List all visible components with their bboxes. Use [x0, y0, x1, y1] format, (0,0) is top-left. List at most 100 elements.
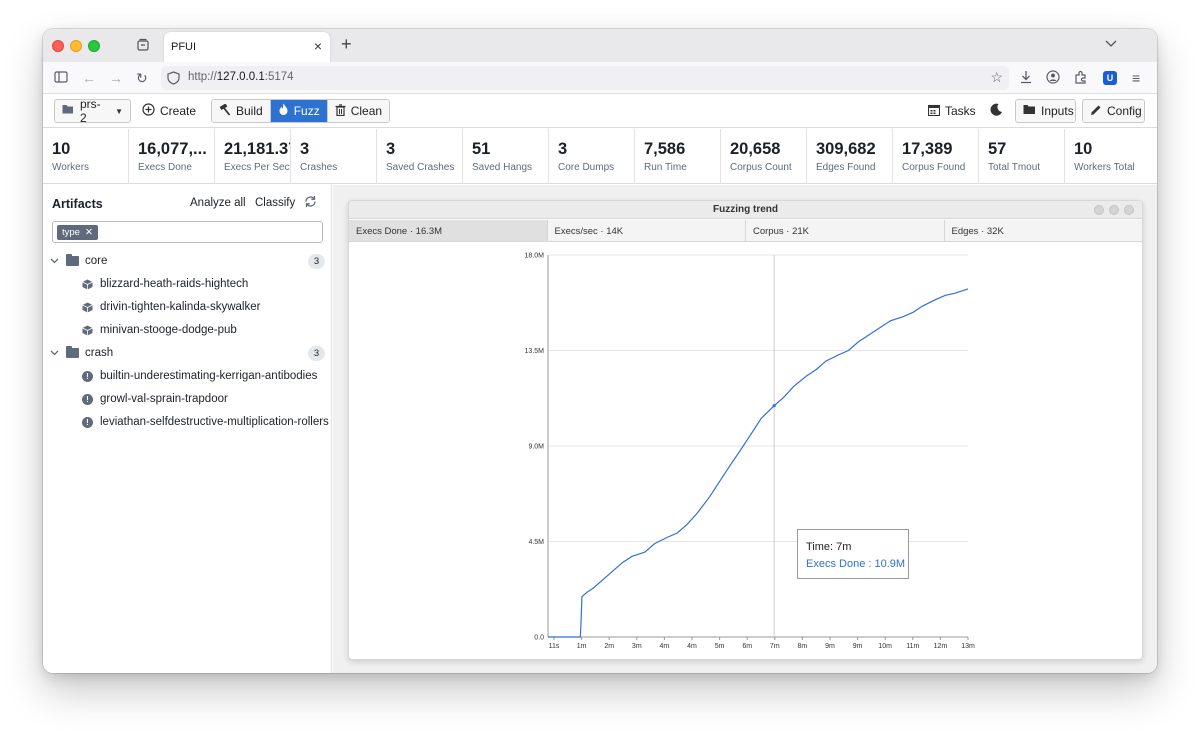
- tree-group-crash[interactable]: crash 3: [43, 342, 332, 364]
- clean-button[interactable]: Clean: [326, 100, 390, 122]
- analyze-all-button[interactable]: Analyze all: [190, 197, 246, 209]
- stat-saved-crashes: 3 Saved Crashes: [377, 129, 463, 184]
- fuzz-button[interactable]: Fuzz: [269, 100, 327, 122]
- refresh-icon[interactable]: [304, 195, 317, 211]
- folder-icon: [66, 346, 79, 358]
- tree-item[interactable]: ! growl-val-sprain-trapdoor: [43, 388, 332, 410]
- chevron-down-icon[interactable]: [50, 348, 59, 359]
- reload-icon[interactable]: ↻: [136, 70, 148, 86]
- artifact-name: leviathan-selfdestructive-multiplication…: [100, 416, 329, 428]
- x-tick-label: 4m: [660, 643, 670, 650]
- group-count-badge: 3: [308, 253, 325, 269]
- tree-item[interactable]: ! builtin-underestimating-kerrigan-antib…: [43, 365, 332, 387]
- browser-tab[interactable]: PFUI ×: [164, 32, 330, 62]
- tab-edges[interactable]: Edges · 32K: [944, 220, 1142, 241]
- new-tab-button[interactable]: +: [341, 34, 352, 55]
- tab-execs-done[interactable]: Execs Done · 16.3M: [349, 220, 548, 241]
- stat-label: Edges Found: [816, 162, 876, 173]
- extensions-icon[interactable]: [1074, 70, 1088, 87]
- back-icon[interactable]: ←: [82, 70, 96, 86]
- address-bar[interactable]: http://127.0.0.1:5174 ☆: [161, 66, 1009, 90]
- add-circle-icon: [142, 103, 155, 119]
- y-tick-label: 0.0: [534, 635, 544, 642]
- tab-strip: PFUI × +: [43, 29, 1157, 62]
- inputs-label: Inputs: [1041, 104, 1074, 118]
- stat-label: Execs Done: [138, 162, 192, 173]
- x-tick-label: 7m: [770, 643, 780, 650]
- edit-icon: [1090, 104, 1102, 119]
- zoom-window-button[interactable]: [88, 40, 100, 52]
- browser-window: PFUI × + ← → ↻ http://127.0.0.1:5174 ☆ U…: [43, 29, 1157, 673]
- create-button[interactable]: Create: [142, 99, 196, 123]
- config-button[interactable]: Config: [1082, 99, 1145, 123]
- group-name: core: [85, 255, 108, 267]
- stat-total-tmout: 57 Total Tmout: [979, 129, 1065, 184]
- y-tick-label: 9.0M: [528, 444, 544, 451]
- tree-item[interactable]: drivin-tighten-kalinda-skywalker: [43, 296, 332, 318]
- menu-icon[interactable]: ≡: [1132, 70, 1140, 86]
- dark-mode-toggle[interactable]: [990, 99, 1003, 123]
- forward-icon[interactable]: →: [109, 70, 123, 86]
- stat-workers: 10 Workers: [43, 129, 129, 184]
- artifact-name: blizzard-heath-raids-hightech: [100, 278, 249, 290]
- stat-value: 7,586: [644, 140, 686, 158]
- stat-value: 57: [988, 140, 1007, 158]
- bookmark-star-icon[interactable]: ☆: [990, 69, 1003, 86]
- stats-row: 10 Workers 16,077,... Execs Done 21,181.…: [43, 129, 1157, 184]
- stat-value: 20,658: [730, 140, 781, 158]
- stat-value: 16,077,...: [138, 140, 207, 158]
- tasks-button[interactable]: Tasks: [927, 99, 976, 123]
- project-select[interactable]: prs-2 ▼: [54, 97, 131, 125]
- stat-label: Run Time: [644, 162, 687, 173]
- window-dot-icon[interactable]: [1109, 205, 1119, 215]
- tab-execs-sec[interactable]: Execs/sec · 14K: [547, 220, 746, 241]
- y-tick-label: 4.5M: [528, 539, 544, 546]
- filter-tag-input[interactable]: type ✕: [52, 221, 323, 243]
- bitwarden-icon[interactable]: U: [1103, 71, 1117, 85]
- chevron-down-icon[interactable]: [1105, 37, 1117, 51]
- tree-item[interactable]: ! leviathan-selfdestructive-multiplicati…: [43, 411, 332, 433]
- close-tab-icon[interactable]: ×: [314, 38, 322, 54]
- build-fuzz-clean-group: Build Fuzz Clean: [211, 99, 391, 123]
- stat-run-time: 7,586 Run Time: [635, 129, 721, 184]
- tab-title: PFUI: [171, 41, 197, 53]
- close-window-button[interactable]: [52, 40, 64, 52]
- window-dot-icon[interactable]: [1094, 205, 1104, 215]
- stat-label: Corpus Found: [902, 162, 966, 173]
- window-dot-icon[interactable]: [1124, 205, 1134, 215]
- build-button[interactable]: Build: [212, 100, 270, 122]
- y-tick-label: 13.5M: [525, 348, 545, 355]
- flame-icon: [278, 103, 289, 119]
- artifacts-sidebar: Artifacts Analyze all Classify type ✕ co…: [43, 185, 332, 673]
- stat-label: Execs Per Sec: [224, 162, 290, 173]
- trash-icon: [335, 103, 346, 119]
- execs-done-series-line: [548, 288, 969, 638]
- tab-history-icon[interactable]: [136, 38, 150, 52]
- remove-tag-icon[interactable]: ✕: [85, 227, 93, 238]
- url-text[interactable]: http://127.0.0.1:5174: [188, 71, 294, 83]
- x-tick-label: 1m: [577, 643, 587, 650]
- chart-tooltip: Time: 7m Execs Done : 10.9M: [797, 529, 909, 579]
- download-icon[interactable]: [1019, 70, 1033, 87]
- chart-tabs: Execs Done · 16.3M Execs/sec · 14K Corpu…: [349, 220, 1142, 242]
- stat-value: 51: [472, 140, 491, 158]
- classify-button[interactable]: Classify: [255, 197, 295, 209]
- stat-label: Saved Hangs: [472, 162, 533, 173]
- sidebar-toggle-icon[interactable]: [54, 70, 68, 87]
- inputs-button[interactable]: Inputs: [1015, 99, 1076, 123]
- chevron-down-icon[interactable]: [50, 256, 59, 267]
- x-tick-label: 3m: [632, 643, 642, 650]
- fuzzing-trend-window: Fuzzing trend Execs Done · 16.3M Execs/s…: [348, 200, 1143, 660]
- tab-corpus[interactable]: Corpus · 21K: [746, 220, 945, 241]
- warning-circle-icon: !: [82, 393, 93, 405]
- tree-group-core[interactable]: core 3: [43, 250, 332, 272]
- x-tick-label: 8m: [798, 643, 808, 650]
- tree-item[interactable]: minivan-stooge-dodge-pub: [43, 319, 332, 341]
- shield-icon[interactable]: [167, 71, 180, 90]
- stat-execs-done: 16,077,... Execs Done: [129, 129, 215, 184]
- account-icon[interactable]: [1046, 70, 1060, 87]
- create-label: Create: [160, 104, 197, 118]
- tree-item[interactable]: blizzard-heath-raids-hightech: [43, 273, 332, 295]
- minimize-window-button[interactable]: [70, 40, 82, 52]
- main-content: Fuzzing trend Execs Done · 16.3M Execs/s…: [333, 185, 1157, 673]
